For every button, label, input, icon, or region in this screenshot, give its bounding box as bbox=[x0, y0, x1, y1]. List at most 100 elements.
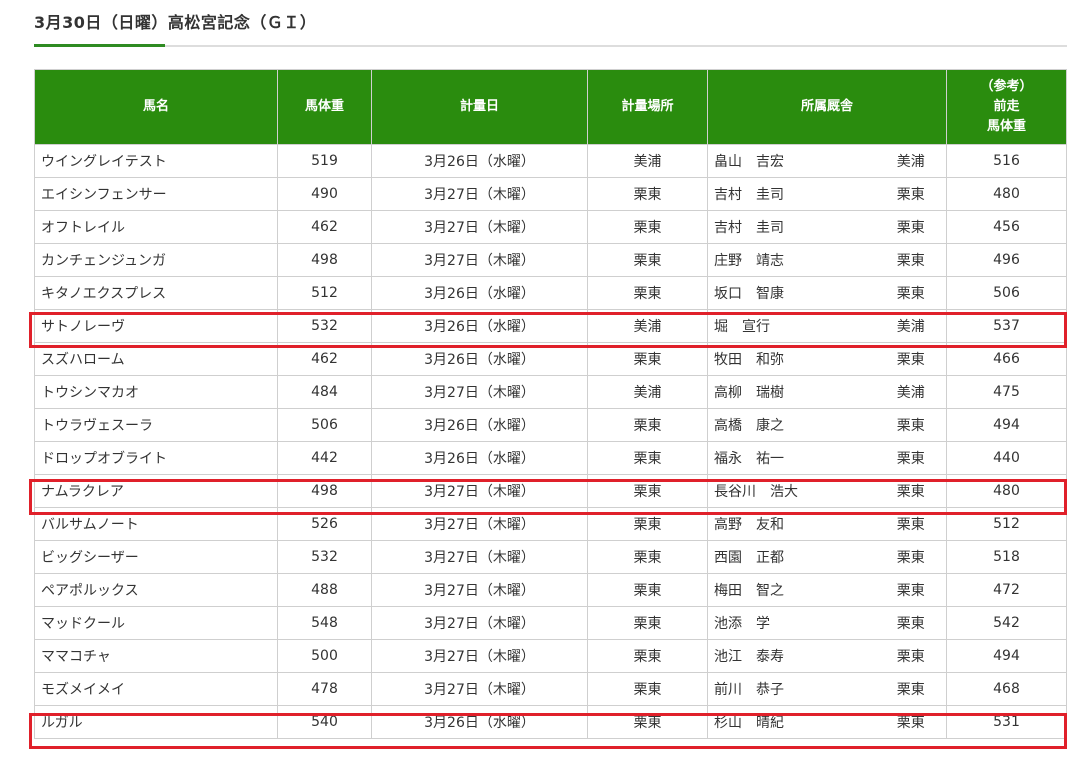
table-row: サトノレーヴ 532 3月26日（水曜） 美浦堀 宣行 美浦 537 bbox=[34, 309, 1068, 343]
weigh-place-cell: 栗東 bbox=[587, 474, 708, 508]
weigh-date-cell: 3月27日（木曜） bbox=[371, 507, 588, 541]
page-title: 3月30日（日曜）高松宮記念（ＧＩ） bbox=[34, 13, 317, 32]
table-row: ナムラクレア 498 3月27日（木曜） 栗東 長谷川 浩大 栗東 480 bbox=[34, 474, 1068, 508]
stable-location-cell: 栗東 bbox=[875, 177, 948, 211]
horse-name-cell: ドロップオブライト bbox=[34, 441, 278, 475]
weigh-place-cell: 美浦 bbox=[587, 375, 708, 409]
weigh-place-cell: 栗東 bbox=[587, 276, 708, 310]
weight-cell: 532 bbox=[277, 309, 372, 343]
trainer-cell: 高柳 瑞樹 bbox=[707, 375, 876, 409]
horse-name-cell: マッドクール bbox=[34, 606, 278, 640]
trainer-cell: 西園 正都 bbox=[707, 540, 876, 574]
table-row: ルガル 540 3月26日（水曜） 栗東 杉山 晴紀 栗東 531 bbox=[34, 705, 1068, 739]
header-weigh-date: 計量日 bbox=[371, 69, 588, 145]
trainer-cell: 前川 恭子 bbox=[707, 672, 876, 706]
weigh-date-cell: 3月26日（水曜） bbox=[371, 144, 588, 178]
previous-weight-cell: 496 bbox=[946, 243, 1068, 277]
weight-cell: 498 bbox=[277, 474, 372, 508]
table-row: オフトレイル 462 3月27日（木曜） 栗東 吉村 圭司 栗東 456 bbox=[34, 210, 1068, 244]
table-row: ペアポルックス 488 3月27日（木曜） 栗東 梅田 智之 栗東 472 bbox=[34, 573, 1068, 607]
previous-weight-cell: 512 bbox=[946, 507, 1068, 541]
stable-location-cell: 栗東 bbox=[875, 474, 948, 508]
previous-weight-cell: 506 bbox=[946, 276, 1068, 310]
previous-weight-cell: 494 bbox=[946, 639, 1068, 673]
stable-location-cell: 栗東 bbox=[875, 210, 948, 244]
weigh-date-cell: 3月27日（木曜） bbox=[371, 672, 588, 706]
header-weigh-place: 計量場所 bbox=[587, 69, 708, 145]
horse-name-cell: オフトレイル bbox=[34, 210, 278, 244]
previous-weight-cell: 480 bbox=[946, 177, 1068, 211]
weigh-place-cell: 栗東 bbox=[587, 705, 708, 739]
weigh-place-cell: 栗東 bbox=[587, 342, 708, 376]
header-previous-weight-line2: 前走 bbox=[993, 99, 1020, 114]
weigh-place-cell: 栗東 bbox=[587, 177, 708, 211]
trainer-cell: 杉山 晴紀 bbox=[707, 705, 876, 739]
weigh-date-cell: 3月27日（木曜） bbox=[371, 474, 588, 508]
previous-weight-cell: 466 bbox=[946, 342, 1068, 376]
table-row: モズメイメイ 478 3月27日（木曜） 栗東 前川 恭子 栗東 468 bbox=[34, 672, 1068, 706]
weight-cell: 506 bbox=[277, 408, 372, 442]
previous-weight-cell: 518 bbox=[946, 540, 1068, 574]
horse-name-cell: カンチェンジュンガ bbox=[34, 243, 278, 277]
horse-name-cell: ママコチャ bbox=[34, 639, 278, 673]
weight-cell: 532 bbox=[277, 540, 372, 574]
previous-weight-cell: 537 bbox=[946, 309, 1068, 343]
table-row: トウラヴェスーラ 506 3月26日（水曜） 栗東 高橋 康之 栗東 494 bbox=[34, 408, 1068, 442]
weigh-date-cell: 3月26日（水曜） bbox=[371, 705, 588, 739]
weigh-date-cell: 3月26日（水曜） bbox=[371, 342, 588, 376]
weigh-place-cell: 栗東 bbox=[587, 210, 708, 244]
stable-location-cell: 美浦 bbox=[875, 375, 948, 409]
weigh-date-cell: 3月27日（木曜） bbox=[371, 375, 588, 409]
weigh-date-cell: 3月27日（木曜） bbox=[371, 243, 588, 277]
stable-location-cell: 栗東 bbox=[875, 672, 948, 706]
weight-cell: 548 bbox=[277, 606, 372, 640]
header-previous-weight-line1: （参考） bbox=[980, 79, 1033, 94]
horse-name-cell: サトノレーヴ bbox=[34, 309, 278, 343]
previous-weight-cell: 531 bbox=[946, 705, 1068, 739]
horse-name-cell: トウシンマカオ bbox=[34, 375, 278, 409]
stable-location-cell: 栗東 bbox=[875, 441, 948, 475]
weight-cell: 478 bbox=[277, 672, 372, 706]
weigh-place-cell: 栗東 bbox=[587, 507, 708, 541]
table-row: カンチェンジュンガ 498 3月27日（木曜） 栗東 庄野 靖志 栗東 496 bbox=[34, 243, 1068, 277]
weight-cell: 500 bbox=[277, 639, 372, 673]
trainer-cell: 福永 祐一 bbox=[707, 441, 876, 475]
weigh-place-cell: 栗東 bbox=[587, 540, 708, 574]
table-row: スズハローム 462 3月26日（水曜） 栗東 牧田 和弥 栗東 466 bbox=[34, 342, 1068, 376]
stable-location-cell: 栗東 bbox=[875, 342, 948, 376]
stable-location-cell: 栗東 bbox=[875, 540, 948, 574]
table-row: マッドクール 548 3月27日（木曜） 栗東 池添 学栗東 542 bbox=[34, 606, 1068, 640]
horse-name-cell: ルガル bbox=[34, 705, 278, 739]
previous-weight-cell: 468 bbox=[946, 672, 1068, 706]
table-row: ドロップオブライト 442 3月26日（水曜） 栗東 福永 祐一 栗東 440 bbox=[34, 441, 1068, 475]
title-divider bbox=[34, 45, 1067, 47]
table-row: トウシンマカオ 484 3月27日（木曜） 美浦 高柳 瑞樹 美浦 475 bbox=[34, 375, 1068, 409]
trainer-cell: 吉村 圭司 bbox=[707, 210, 876, 244]
trainer-cell: 池江 泰寿 bbox=[707, 639, 876, 673]
weight-cell: 442 bbox=[277, 441, 372, 475]
trainer-cell: 池添 学 bbox=[707, 606, 876, 640]
previous-weight-cell: 516 bbox=[946, 144, 1068, 178]
weight-cell: 519 bbox=[277, 144, 372, 178]
stable-location-cell: 美浦 bbox=[875, 144, 948, 178]
trainer-cell: 高橋 康之 bbox=[707, 408, 876, 442]
trainer-cell: 坂口 智康 bbox=[707, 276, 876, 310]
stable-location-cell: 栗東 bbox=[875, 639, 948, 673]
horse-name-cell: スズハローム bbox=[34, 342, 278, 376]
table-row: エイシンフェンサー 490 3月27日（木曜） 栗東 吉村 圭司 栗東 480 bbox=[34, 177, 1068, 211]
weigh-place-cell: 栗東 bbox=[587, 441, 708, 475]
weigh-place-cell: 栗東 bbox=[587, 606, 708, 640]
weight-cell: 462 bbox=[277, 342, 372, 376]
previous-weight-cell: 440 bbox=[946, 441, 1068, 475]
weigh-date-cell: 3月27日（木曜） bbox=[371, 177, 588, 211]
header-stable: 所属厩舎 bbox=[706, 69, 948, 145]
horse-weight-table: 馬名 馬体重 計量日 計量場所 所属厩舎 （参考） 前走 馬体重 ウイングレイテ… bbox=[34, 69, 1068, 739]
weigh-place-cell: 美浦 bbox=[587, 144, 708, 178]
weight-cell: 484 bbox=[277, 375, 372, 409]
previous-weight-cell: 475 bbox=[946, 375, 1068, 409]
previous-weight-cell: 480 bbox=[946, 474, 1068, 508]
table-row: ママコチャ 500 3月27日（木曜） 栗東 池江 泰寿 栗東 494 bbox=[34, 639, 1068, 673]
weigh-date-cell: 3月26日（水曜） bbox=[371, 441, 588, 475]
horse-name-cell: バルサムノート bbox=[34, 507, 278, 541]
weigh-date-cell: 3月26日（水曜） bbox=[371, 408, 588, 442]
